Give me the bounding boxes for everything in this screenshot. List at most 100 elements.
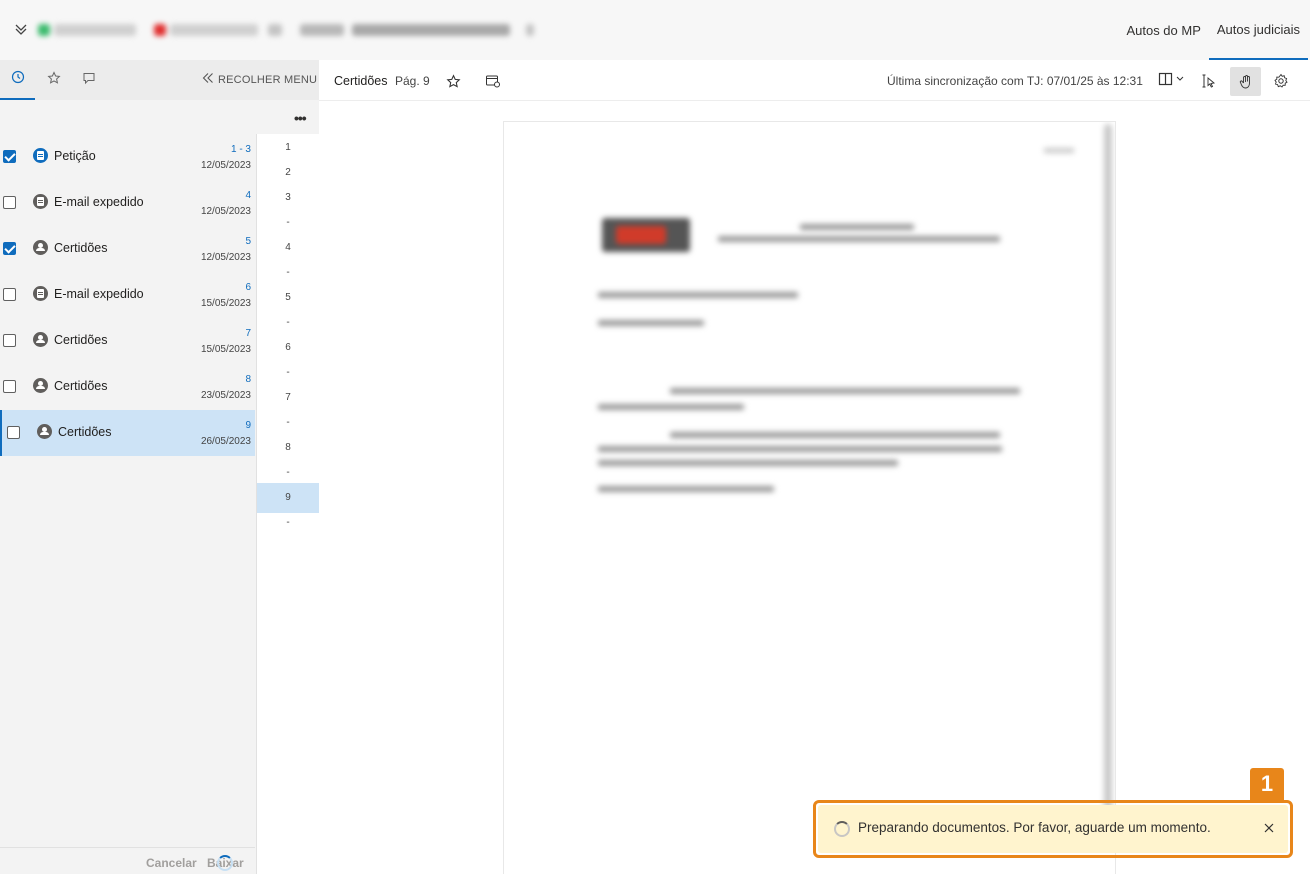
document-title: Certidões <box>334 74 388 88</box>
loading-spinner-icon <box>217 855 233 871</box>
document-checkbox[interactable] <box>3 334 16 347</box>
sidebar-header: RECOLHER MENU <box>0 60 319 100</box>
page-separator: - <box>286 217 290 228</box>
star-icon <box>46 70 61 90</box>
page-separator: - <box>286 367 290 378</box>
loading-spinner-icon <box>834 821 850 837</box>
document-name: Certidões <box>54 333 108 347</box>
tab-autos-mp[interactable]: Autos do MP <box>1118 0 1208 60</box>
blurred-document-content <box>504 122 1115 874</box>
document-name: E-mail expedido <box>54 287 144 301</box>
document-date: 12/05/2023 <box>200 206 251 217</box>
document-viewer[interactable] <box>319 101 1310 874</box>
document-checkbox[interactable] <box>7 426 20 439</box>
document-list: Petição 1 - 3 12/05/2023 E-mail expedido 4 12… <box>0 134 255 456</box>
document-page-redacted <box>503 121 1116 874</box>
document-page-range: 7 <box>245 328 251 339</box>
document-page-range: 1 - 3 <box>230 144 251 155</box>
loading-toast: Preparando documentos. Por favor, aguard… <box>818 805 1288 853</box>
person-icon <box>33 332 48 347</box>
document-icon <box>33 194 48 209</box>
viewer-toolbar: Certidões Pág. 9 Última sincronização co… <box>319 60 1310 101</box>
document-list-item[interactable]: Certidões 5 12/05/2023 <box>0 226 255 272</box>
star-icon[interactable] <box>443 71 463 91</box>
document-date: 15/05/2023 <box>200 298 251 309</box>
document-checkbox[interactable] <box>3 288 16 301</box>
document-page-range: 6 <box>245 282 251 293</box>
document-page-range: 4 <box>245 190 251 201</box>
page-number[interactable]: 6 <box>257 342 319 353</box>
more-options-icon[interactable]: ••• <box>294 110 307 126</box>
page-separator: - <box>286 517 290 528</box>
document-date: 12/05/2023 <box>200 252 251 263</box>
hand-pan-icon[interactable] <box>1230 67 1261 96</box>
cancel-button[interactable]: Cancelar <box>146 856 197 870</box>
top-tabs: Autos do MP Autos judiciais <box>1118 0 1308 60</box>
page-number[interactable]: 9 <box>257 483 319 513</box>
page-separator: - <box>286 317 290 328</box>
top-bar: Autos do MP Autos judiciais <box>0 0 1310 60</box>
clock-icon <box>11 70 25 89</box>
close-icon[interactable] <box>1262 821 1276 835</box>
document-checkbox[interactable] <box>3 150 16 163</box>
page-number[interactable]: 2 <box>257 167 319 178</box>
document-list-item[interactable]: Certidões 9 26/05/2023 <box>0 410 255 456</box>
document-list-item[interactable]: Certidões 7 15/05/2023 <box>0 318 255 364</box>
document-list-item[interactable]: E-mail expedido 6 15/05/2023 <box>0 272 255 318</box>
document-name: Petição <box>54 149 96 163</box>
collapse-menu-label: RECOLHER MENU <box>218 73 318 86</box>
sidebar-footer: Cancelar Baixar <box>0 847 255 874</box>
document-checkbox[interactable] <box>3 196 16 209</box>
book-icon <box>1158 72 1186 91</box>
document-page-range: 8 <box>245 374 251 385</box>
page-separator: - <box>286 467 290 478</box>
document-date: 26/05/2023 <box>200 436 251 447</box>
process-info-redacted <box>38 20 538 40</box>
document-page-range: 5 <box>245 236 251 247</box>
document-name: Certidões <box>54 379 108 393</box>
document-list-item[interactable]: Petição 1 - 3 12/05/2023 <box>0 134 255 180</box>
chevron-double-down-icon[interactable] <box>10 18 32 40</box>
document-checkbox[interactable] <box>3 242 16 255</box>
page-separator: - <box>286 267 290 278</box>
window-settings-icon[interactable] <box>483 71 503 91</box>
page-number[interactable]: 8 <box>257 442 319 453</box>
text-select-cursor-icon[interactable] <box>1199 71 1219 91</box>
sync-status-text: Última sincronização com TJ: 07/01/25 às… <box>887 74 1143 88</box>
page-number[interactable]: 1 <box>257 142 319 153</box>
document-date: 23/05/2023 <box>200 390 251 401</box>
person-icon <box>33 240 48 255</box>
page-number[interactable]: 4 <box>257 242 319 253</box>
page-indicator: Pág. 9 <box>395 74 430 88</box>
document-name: Certidões <box>58 425 112 439</box>
document-date: 15/05/2023 <box>200 344 251 355</box>
annotation-badge: 1 <box>1250 768 1284 800</box>
document-name: Certidões <box>54 241 108 255</box>
page-number[interactable]: 3 <box>257 192 319 203</box>
person-icon <box>37 424 52 439</box>
tab-comments[interactable] <box>71 60 106 100</box>
page-index-column: 1 2 3 - 4 - 5 - 6 - 7 - 8 - 9 - <box>256 134 319 874</box>
view-mode-dropdown[interactable] <box>1155 71 1189 91</box>
document-date: 12/05/2023 <box>200 160 251 171</box>
page-separator: - <box>286 417 290 428</box>
tab-autos-judiciais[interactable]: Autos judiciais <box>1208 0 1308 60</box>
document-icon <box>33 148 48 163</box>
document-icon <box>33 286 48 301</box>
chevron-double-left-icon <box>202 72 214 87</box>
page-number[interactable]: 7 <box>257 392 319 403</box>
left-sidebar: RECOLHER MENU ••• Petição 1 - 3 12/05/2023… <box>0 60 319 874</box>
tab-favorites[interactable] <box>36 60 71 100</box>
tab-history[interactable] <box>0 60 35 100</box>
document-list-item[interactable]: E-mail expedido 4 12/05/2023 <box>0 180 255 226</box>
document-list-item[interactable]: Certidões 8 23/05/2023 <box>0 364 255 410</box>
person-icon <box>33 378 48 393</box>
document-name: E-mail expedido <box>54 195 144 209</box>
document-page-range: 9 <box>245 420 251 431</box>
gear-icon[interactable] <box>1271 71 1291 91</box>
toast-message: Preparando documentos. Por favor, aguard… <box>858 820 1211 835</box>
collapse-menu-button[interactable]: RECOLHER MENU <box>202 72 317 87</box>
page-number[interactable]: 5 <box>257 292 319 303</box>
document-checkbox[interactable] <box>3 380 16 393</box>
comment-icon <box>82 71 96 90</box>
